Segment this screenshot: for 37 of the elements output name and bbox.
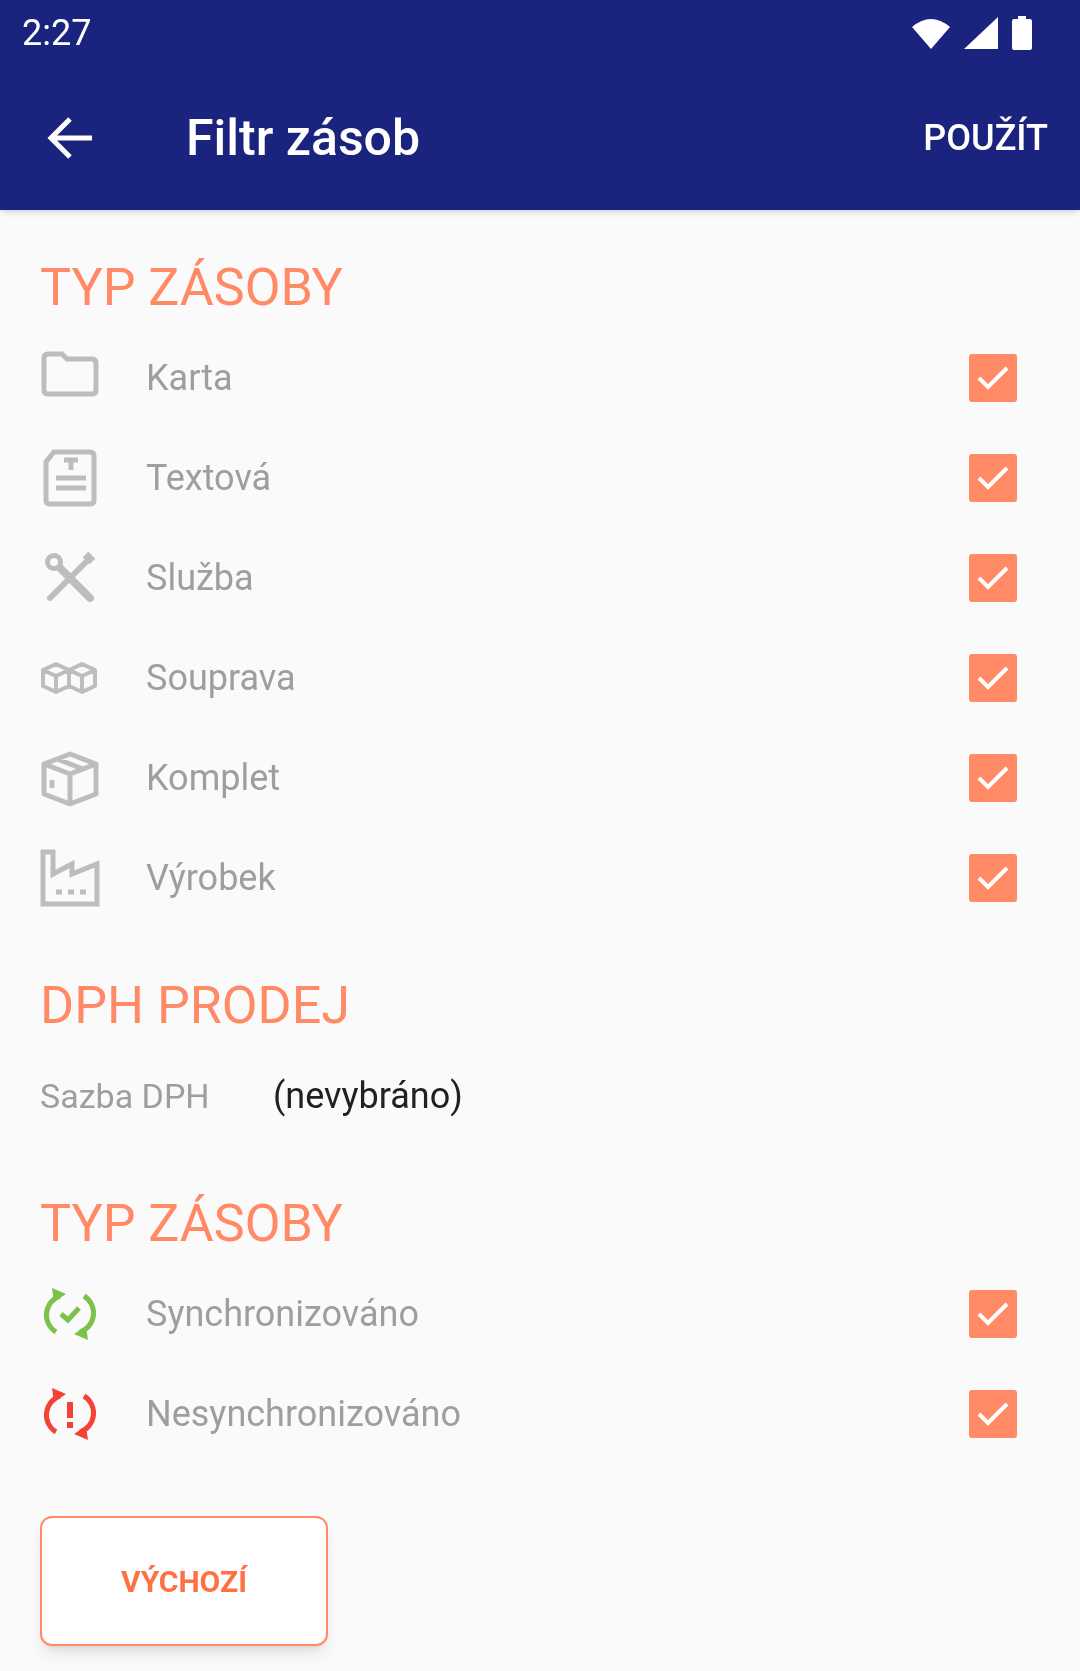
field-label: Sazba DPH <box>40 1074 211 1118</box>
checkbox[interactable] <box>969 354 1017 402</box>
factory-icon <box>40 848 100 908</box>
checkbox[interactable] <box>969 654 1017 702</box>
battery-icon <box>1012 16 1032 50</box>
section-heading: DPH PRODEJ <box>40 974 351 1038</box>
screen-title: Filtr zásob <box>186 107 421 169</box>
signal-icon <box>964 17 998 49</box>
checkbox[interactable] <box>969 1390 1017 1438</box>
check-icon <box>976 1401 1010 1427</box>
item-label: Komplet <box>146 756 281 801</box>
check-icon <box>976 565 1010 591</box>
checkbox[interactable] <box>969 454 1017 502</box>
check-icon <box>976 665 1010 691</box>
field-value[interactable]: (nevybráno) <box>273 1069 463 1123</box>
check-icon <box>976 865 1010 891</box>
item-label: Karta <box>146 356 233 401</box>
apply-button[interactable]: POUŽÍT <box>915 103 1056 173</box>
checkbox[interactable] <box>969 754 1017 802</box>
checkbox[interactable] <box>969 554 1017 602</box>
back-arrow-icon[interactable] <box>46 116 94 160</box>
section-heading: TYP ZÁSOBY <box>40 1192 344 1256</box>
item-label: Synchronizováno <box>146 1292 419 1337</box>
check-icon <box>976 365 1010 391</box>
item-label: Nesynchronizováno <box>146 1392 461 1437</box>
section-heading: TYP ZÁSOBY <box>40 256 344 320</box>
checkbox[interactable] <box>969 1290 1017 1338</box>
check-icon <box>976 765 1010 791</box>
item-label: Služba <box>146 556 254 601</box>
wifi-icon <box>912 17 950 49</box>
checkbox[interactable] <box>969 854 1017 902</box>
item-label: Textová <box>146 456 272 501</box>
status-time: 2:27 <box>22 11 92 56</box>
item-label: Výrobek <box>146 856 276 901</box>
item-label: Souprava <box>146 656 296 701</box>
check-icon <box>976 465 1010 491</box>
check-icon <box>976 1301 1010 1327</box>
